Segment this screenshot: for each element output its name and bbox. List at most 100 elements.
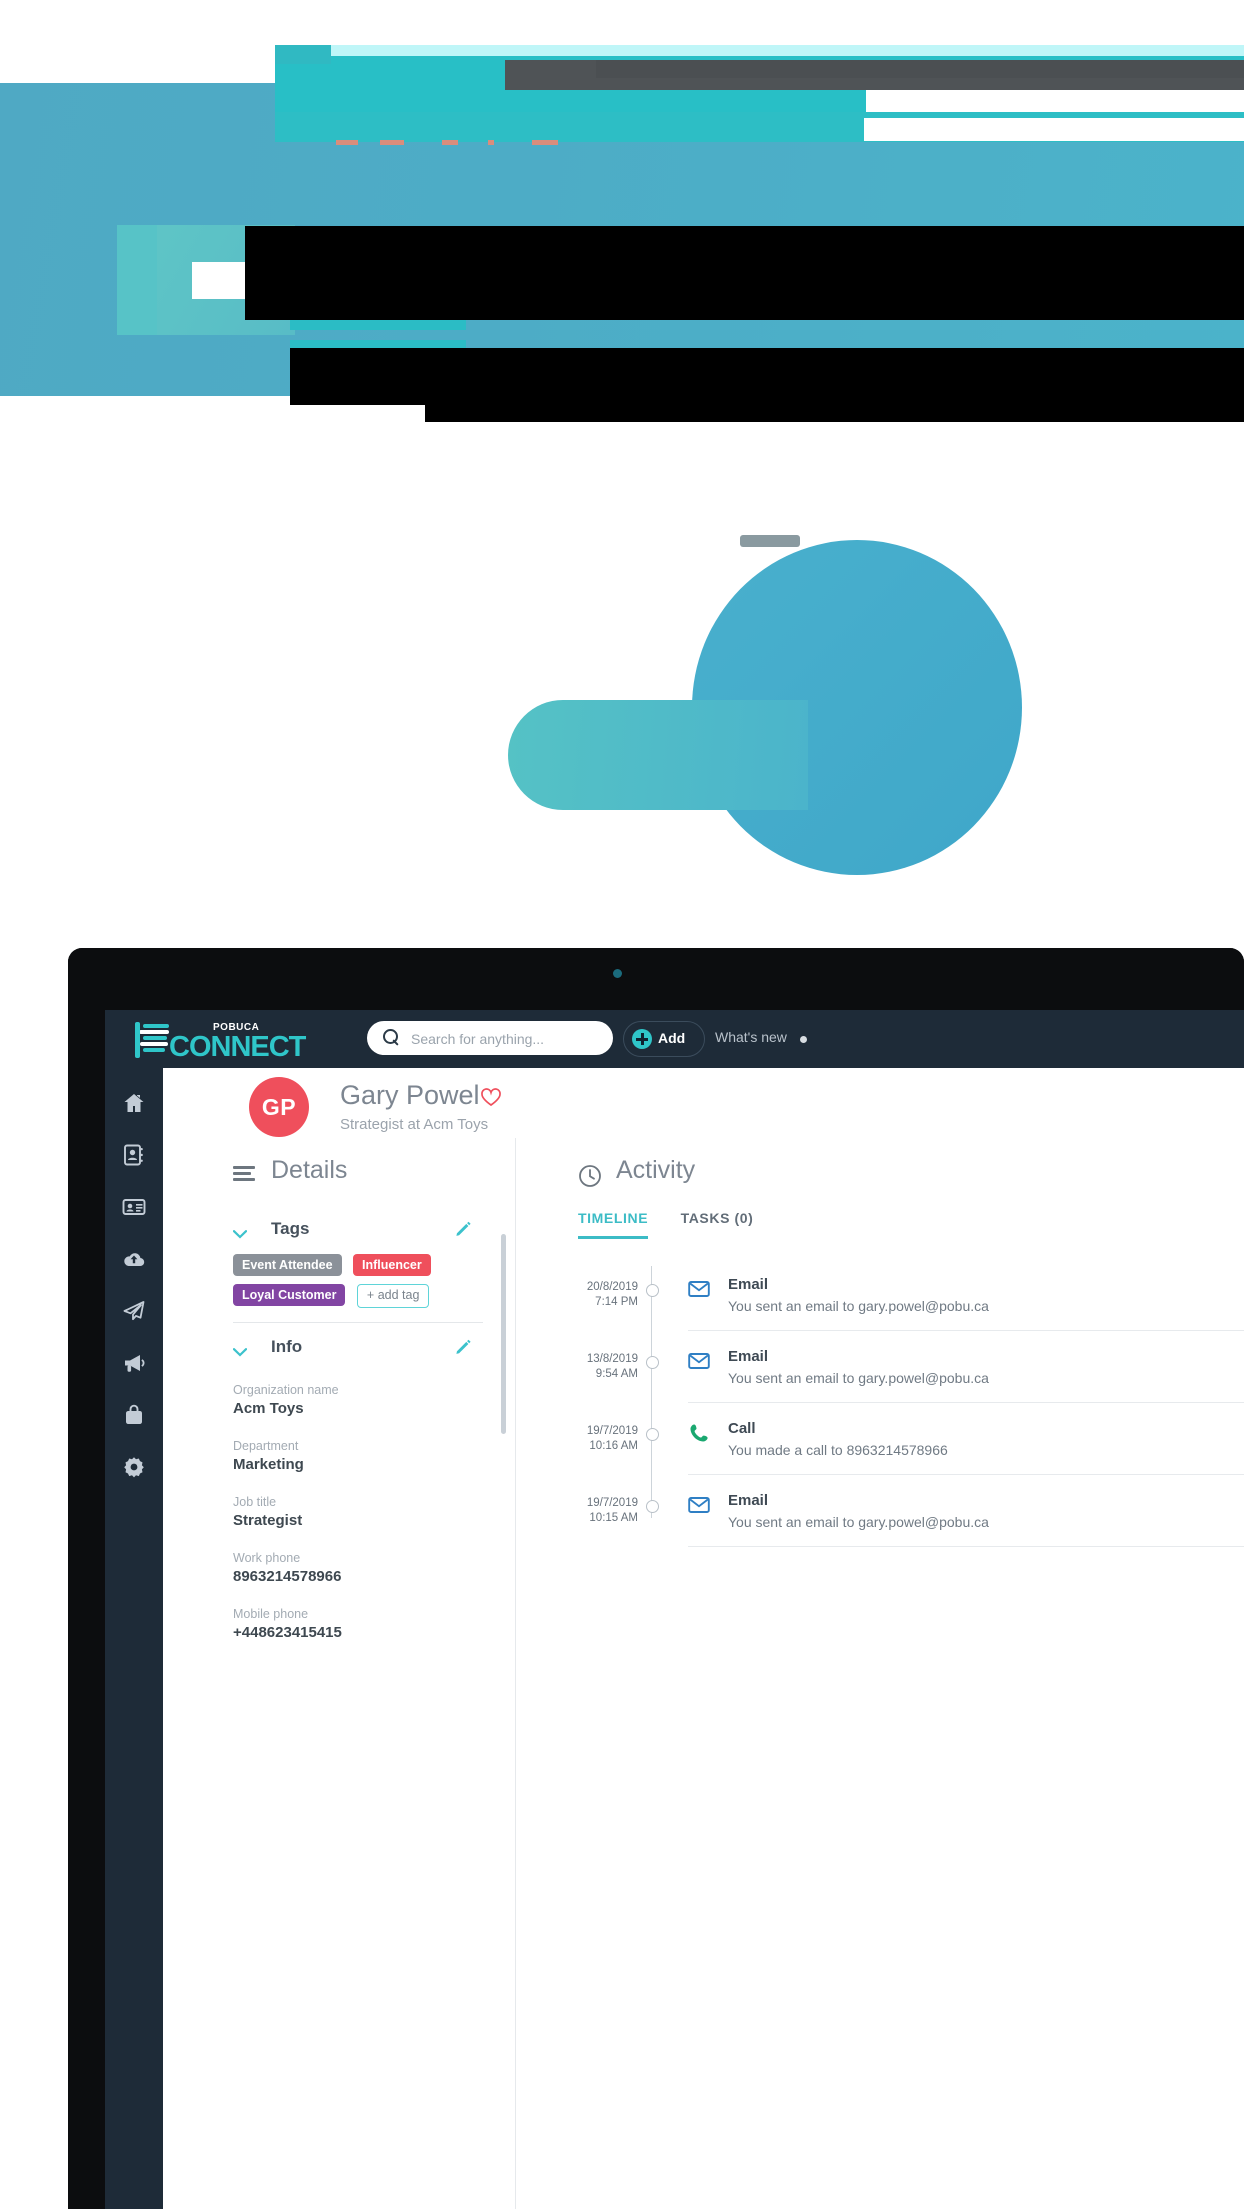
details-menu-icon — [233, 1166, 255, 1182]
avatar: GP — [249, 1077, 309, 1137]
timeline-date: 20/8/2019 7:14 PM — [586, 1281, 638, 1308]
profile-subtitle: Strategist at Acm Toys — [340, 1116, 489, 1133]
details-scrollbar[interactable] — [501, 1234, 506, 1434]
timeline-description: You sent an email to gary.powel@pobu.ca — [728, 1370, 989, 1386]
timeline-type: Email — [728, 1276, 769, 1293]
add-tag-button[interactable]: + add tag — [356, 1284, 430, 1308]
sidebar-item-campaigns[interactable] — [105, 1336, 163, 1388]
edit-info-pencil-icon[interactable] — [455, 1338, 472, 1355]
logo-wordmark: CONNECT — [169, 1031, 306, 1063]
timeline-dot-icon — [646, 1356, 659, 1369]
hero-white-strip-secondary — [864, 118, 1244, 141]
timeline-dot-icon — [646, 1500, 659, 1513]
decor-blob-tab — [740, 535, 800, 547]
app-content: GP Gary Powel Strategist at Acm Toys Det… — [163, 1068, 1244, 2209]
timeline-item[interactable]: 13/8/2019 9:54 AM Email You sent an emai… — [516, 1338, 1244, 1410]
favorite-heart-icon[interactable] — [481, 1088, 501, 1107]
timeline-connector — [651, 1266, 653, 1338]
hero-banner — [0, 0, 1244, 940]
info-field-value: Acm Toys — [233, 1400, 304, 1417]
briefcase-icon — [126, 1404, 142, 1424]
activity-tabs: TIMELINE TASKS (0) — [578, 1210, 781, 1239]
sidebar-item-upload[interactable] — [105, 1232, 163, 1284]
info-field: Job title Strategist — [233, 1494, 493, 1531]
gear-icon — [124, 1457, 144, 1478]
search-input[interactable] — [409, 1021, 609, 1057]
envelope-icon — [688, 1278, 710, 1300]
device-bezel — [68, 948, 1244, 1010]
timeline-separator — [688, 1330, 1244, 1331]
info-section-header[interactable]: Info — [163, 1334, 515, 1368]
timeline-dot-icon — [646, 1428, 659, 1441]
timeline-description: You sent an email to gary.powel@pobu.ca — [728, 1514, 989, 1530]
sidebar-item-contacts[interactable] — [105, 1128, 163, 1180]
info-field-value: Strategist — [233, 1512, 303, 1529]
info-field: Department Marketing — [233, 1438, 493, 1475]
timeline-item[interactable]: 20/8/2019 7:14 PM Email You sent an emai… — [516, 1266, 1244, 1338]
sidebar-item-deals[interactable] — [105, 1388, 163, 1440]
tab-timeline[interactable]: TIMELINE — [578, 1210, 649, 1239]
timeline-separator — [688, 1546, 1244, 1547]
info-field: Work phone 8963214578966 — [233, 1550, 493, 1587]
address-book-icon — [124, 1144, 143, 1166]
activity-timeline: 20/8/2019 7:14 PM Email You sent an emai… — [516, 1266, 1244, 1554]
device-camera-icon — [613, 969, 622, 978]
timeline-connector — [651, 1410, 653, 1482]
timeline-date: 13/8/2019 9:54 AM — [586, 1353, 638, 1380]
timeline-separator — [688, 1474, 1244, 1475]
info-field-value: Marketing — [233, 1456, 304, 1473]
chevron-down-icon — [232, 1344, 248, 1357]
info-field-value: +448623415415 — [233, 1624, 342, 1641]
profile-header: GP Gary Powel Strategist at Acm Toys — [163, 1068, 1244, 1139]
tag-chip[interactable]: Influencer — [352, 1254, 431, 1276]
add-button-label: Add — [658, 1030, 686, 1046]
redaction-block-2 — [245, 226, 660, 299]
search-box[interactable] — [367, 1021, 613, 1057]
tag-chip[interactable]: Event Attendee — [233, 1254, 342, 1276]
clock-icon — [578, 1164, 601, 1187]
sidebar-item-cards[interactable] — [105, 1180, 163, 1232]
edit-tags-pencil-icon[interactable] — [455, 1220, 472, 1237]
whats-new-link[interactable]: What's new — [715, 1029, 787, 1045]
tags-list: Event Attendee Influencer Loyal Customer… — [233, 1254, 495, 1316]
hero-dot-row — [336, 140, 596, 146]
chevron-down-icon — [232, 1226, 248, 1239]
info-field-label: Work phone — [233, 1551, 301, 1565]
pobuca-logo-icon — [135, 1022, 171, 1058]
envelope-icon — [688, 1350, 710, 1372]
tag-chip[interactable]: Loyal Customer — [233, 1284, 346, 1306]
redaction-block-6 — [425, 396, 1244, 422]
details-panel-title: Details — [271, 1156, 348, 1184]
app-screen: POBUCA CONNECT Add What's new — [105, 1010, 1244, 2209]
timeline-type: Email — [728, 1348, 769, 1365]
app-logo[interactable]: POBUCA CONNECT — [135, 1018, 325, 1063]
sidebar-nav — [105, 1068, 163, 2209]
info-field-label: Organization name — [233, 1383, 339, 1397]
hero-accent-bar-a — [290, 320, 466, 330]
business-card-icon — [122, 1199, 146, 1215]
timeline-item[interactable]: 19/7/2019 10:16 AM Call You made a call … — [516, 1410, 1244, 1482]
laptop-device-frame: POBUCA CONNECT Add What's new — [68, 948, 1244, 2209]
section-divider — [233, 1322, 483, 1323]
page-title: Gary Powel — [340, 1080, 480, 1110]
sidebar-item-send[interactable] — [105, 1284, 163, 1336]
phone-icon — [688, 1422, 710, 1444]
app-topbar: POBUCA CONNECT Add What's new — [105, 1010, 1244, 1068]
sidebar-item-home[interactable] — [105, 1076, 163, 1128]
sidebar-item-settings[interactable] — [105, 1440, 163, 1492]
details-panel: Details Tags Event Attendee Influencer L… — [163, 1138, 516, 2209]
timeline-date: 19/7/2019 10:16 AM — [586, 1425, 638, 1452]
timeline-description: You sent an email to gary.powel@pobu.ca — [728, 1298, 989, 1314]
timeline-description: You made a call to 8963214578966 — [728, 1442, 948, 1458]
paper-plane-icon — [123, 1301, 145, 1321]
timeline-item[interactable]: 19/7/2019 10:15 AM Email You sent an ema… — [516, 1482, 1244, 1554]
activity-panel-title: Activity — [616, 1156, 696, 1184]
add-button[interactable]: Add — [623, 1021, 705, 1057]
timeline-type: Call — [728, 1420, 756, 1437]
tab-tasks[interactable]: TASKS (0) — [681, 1210, 754, 1236]
timeline-separator — [688, 1402, 1244, 1403]
whats-new-dot-icon — [800, 1036, 807, 1043]
tags-section-header[interactable]: Tags — [163, 1216, 515, 1250]
plus-icon — [632, 1029, 652, 1049]
timeline-connector — [651, 1338, 653, 1410]
